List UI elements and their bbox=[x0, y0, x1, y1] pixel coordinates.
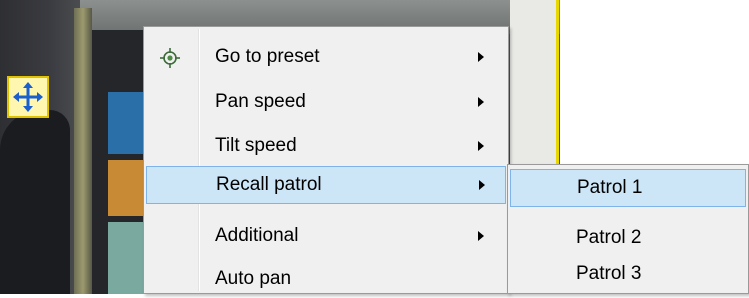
menu-item-auto-pan[interactable]: Auto pan bbox=[146, 260, 506, 298]
submenu-item-label: Patrol 3 bbox=[576, 263, 642, 284]
video-right-area bbox=[510, 0, 558, 170]
video-selection-border bbox=[556, 0, 559, 170]
ptz-context-menu: Go to preset Pan speed Tilt speed Recall… bbox=[143, 26, 509, 294]
menu-item-label: Tilt speed bbox=[215, 135, 297, 156]
submenu-arrow-icon bbox=[478, 52, 484, 62]
submenu-item-label: Patrol 2 bbox=[576, 227, 642, 248]
menu-item-tilt-speed[interactable]: Tilt speed bbox=[146, 127, 506, 165]
target-icon bbox=[160, 48, 180, 68]
menu-item-label: Additional bbox=[215, 225, 299, 246]
move-arrows-glyph bbox=[13, 82, 43, 112]
video-person-silhouette bbox=[0, 110, 70, 294]
submenu-item-label: Patrol 1 bbox=[577, 177, 643, 198]
submenu-item-patrol-1[interactable]: Patrol 1 bbox=[510, 169, 746, 207]
submenu-arrow-icon bbox=[479, 180, 485, 190]
menu-item-label: Pan speed bbox=[215, 91, 306, 112]
recall-patrol-submenu: Patrol 1 Patrol 2 Patrol 3 bbox=[507, 164, 749, 294]
submenu-item-patrol-2[interactable]: Patrol 2 bbox=[510, 219, 746, 257]
menu-item-label: Auto pan bbox=[215, 268, 292, 289]
menu-item-pan-speed[interactable]: Pan speed bbox=[146, 83, 506, 121]
menu-item-go-to-preset[interactable]: Go to preset bbox=[146, 38, 506, 76]
submenu-item-patrol-3[interactable]: Patrol 3 bbox=[510, 255, 746, 293]
move-arrows-icon[interactable] bbox=[7, 76, 49, 118]
menu-item-label: Go to preset bbox=[215, 46, 320, 67]
menu-item-recall-patrol[interactable]: Recall patrol bbox=[146, 166, 506, 204]
video-monitor-edge bbox=[74, 8, 92, 294]
menu-item-label: Recall patrol bbox=[216, 174, 322, 195]
submenu-arrow-icon bbox=[478, 231, 484, 241]
menu-item-additional[interactable]: Additional bbox=[146, 217, 506, 255]
submenu-arrow-icon bbox=[478, 97, 484, 107]
submenu-arrow-icon bbox=[478, 141, 484, 151]
